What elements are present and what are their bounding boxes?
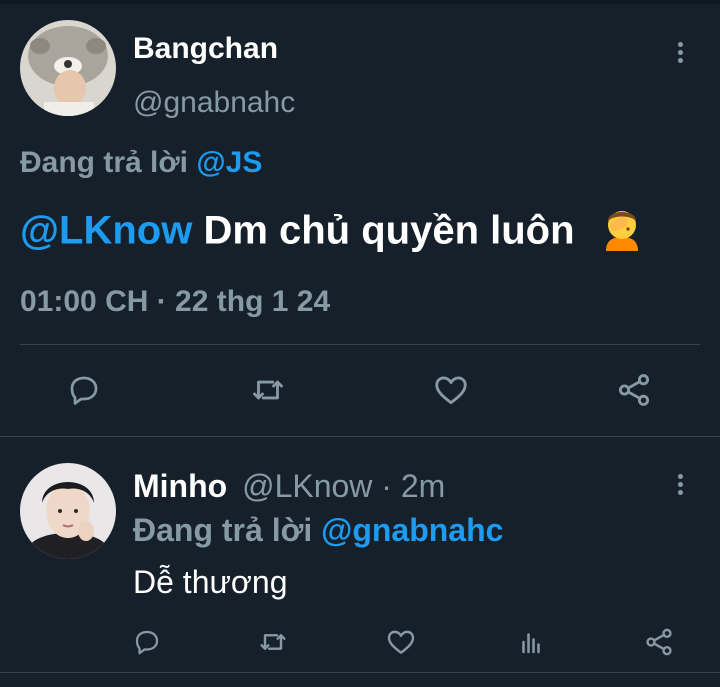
display-name[interactable]: Bangchan — [133, 32, 278, 66]
share-icon[interactable] — [614, 370, 654, 410]
tweet-timestamp[interactable]: 01:00 CH · 22 thg 1 24 — [20, 285, 330, 319]
replying-prefix: Đang trả lời — [20, 146, 189, 179]
divider — [20, 344, 700, 345]
tweet-text: @LKnow Dm chủ quyền luôn — [20, 205, 644, 261]
top-edge — [0, 0, 720, 4]
reply-separator: · — [381, 468, 392, 504]
reply-like-icon[interactable] — [384, 625, 418, 659]
reply-header: Minho @LKnow · 2m — [133, 468, 445, 505]
reply-display-name[interactable]: Minho — [133, 468, 227, 504]
avatar[interactable] — [20, 20, 116, 116]
replying-to-line: Đang trả lời @JS — [20, 146, 262, 180]
section-divider — [0, 436, 720, 437]
like-icon[interactable] — [431, 370, 471, 410]
more-options-icon[interactable] — [677, 42, 685, 66]
reply-more-options-icon[interactable] — [677, 474, 685, 498]
reply-icon[interactable] — [64, 370, 104, 410]
tweet-body: Dm chủ quyền luôn — [203, 208, 575, 253]
reply-replying-to-line: Đang trả lời @gnabnahc — [133, 512, 503, 549]
reply-avatar[interactable] — [20, 463, 116, 559]
reply-text: Dễ thương — [133, 564, 288, 600]
bottom-divider — [0, 672, 720, 673]
reply-retweet-icon[interactable] — [256, 625, 290, 659]
reply-replying-to-link[interactable]: @gnabnahc — [321, 512, 503, 548]
reply-share-icon[interactable] — [642, 625, 676, 659]
user-handle[interactable]: @gnabnahc — [133, 86, 295, 120]
reply-time[interactable]: 2m — [401, 468, 445, 504]
replying-to-link[interactable]: @JS — [196, 146, 262, 179]
person-facepalming-icon — [600, 205, 644, 261]
retweet-icon[interactable] — [248, 370, 288, 410]
reply-replying-prefix: Đang trả lời — [133, 512, 313, 548]
reply-reply-icon[interactable] — [130, 625, 164, 659]
mention-link[interactable]: @LKnow — [20, 209, 192, 253]
analytics-icon[interactable] — [514, 625, 548, 659]
reply-handle[interactable]: @LKnow — [242, 468, 372, 504]
